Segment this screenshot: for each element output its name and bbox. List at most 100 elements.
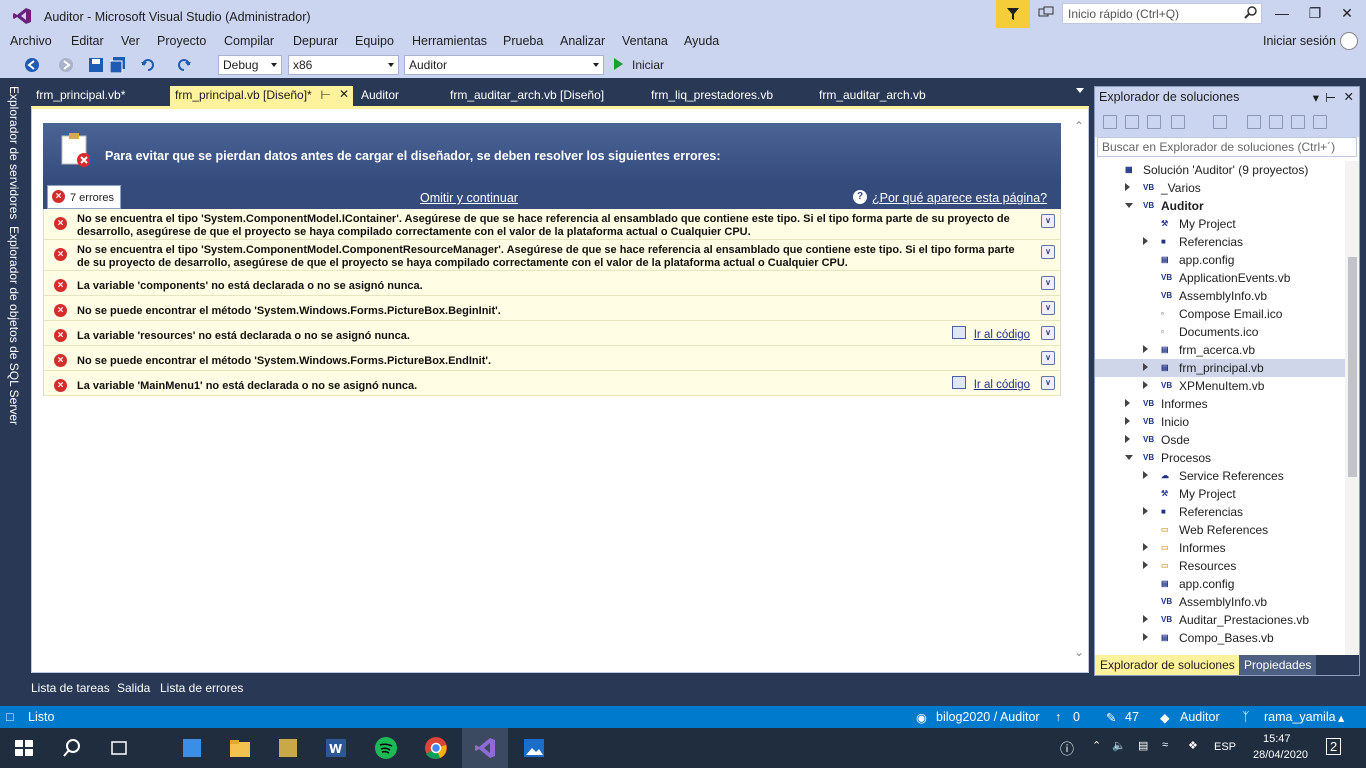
- collapsed-arrow-icon[interactable]: [1125, 435, 1130, 443]
- save-all-icon[interactable]: [110, 57, 126, 73]
- tree-node[interactable]: VB Inicio: [1095, 413, 1345, 431]
- tree-node[interactable]: ▭ Informes: [1095, 539, 1345, 557]
- menu-analizar[interactable]: Analizar: [560, 34, 605, 48]
- go-to-code-link[interactable]: Ir al código: [974, 329, 1030, 341]
- error-item[interactable]: × La variable 'resources' no está declara…: [43, 321, 1061, 346]
- error-item[interactable]: × No se encuentra el tipo 'System.Compone…: [43, 209, 1061, 240]
- expand-icon[interactable]: ∨: [1041, 214, 1055, 228]
- feedback-filter-button[interactable]: [996, 0, 1030, 28]
- tree-node[interactable]: VB ApplicationEvents.vb: [1095, 269, 1345, 287]
- collapsed-arrow-icon[interactable]: [1143, 237, 1148, 245]
- tree-node[interactable]: ▤ Compo_Bases.vb: [1095, 629, 1345, 647]
- clock-date[interactable]: 28/04/2020: [1253, 749, 1308, 761]
- ignore-and-continue-link[interactable]: Omitir y continuar: [420, 191, 518, 205]
- tree-node[interactable]: ▫ Compose Email.ico: [1095, 305, 1345, 323]
- collapse-all-icon[interactable]: [1291, 115, 1305, 129]
- language-indicator[interactable]: ESP: [1214, 741, 1236, 753]
- properties-tab[interactable]: Propiedades: [1239, 655, 1317, 675]
- tree-node[interactable]: VB XPMenuItem.vb: [1095, 377, 1345, 395]
- tree-node[interactable]: ⚒ My Project: [1095, 485, 1345, 503]
- tree-node[interactable]: VB _Varios: [1095, 179, 1345, 197]
- pin-icon[interactable]: ⊢: [1325, 90, 1336, 105]
- collapsed-arrow-icon[interactable]: [1143, 471, 1148, 479]
- search-icon[interactable]: [1244, 6, 1257, 19]
- menu-archivo[interactable]: Archivo: [10, 34, 52, 48]
- tab-frm-auditar-arch-design[interactable]: frm_auditar_arch.vb [Diseño]: [445, 86, 609, 106]
- expand-icon[interactable]: ∨: [1041, 326, 1055, 340]
- server-explorer-tab[interactable]: Explorador de servidores: [7, 86, 21, 219]
- file-explorer-icon[interactable]: [228, 736, 252, 760]
- redo-icon[interactable]: [176, 57, 192, 73]
- output-tab[interactable]: Salida: [117, 681, 150, 695]
- expand-icon[interactable]: ∨: [1041, 276, 1055, 290]
- unpushed-count[interactable]: 0: [1073, 710, 1080, 724]
- collapsed-arrow-icon[interactable]: [1143, 615, 1148, 623]
- monitor-icon[interactable]: [1038, 6, 1054, 22]
- expand-icon[interactable]: ∨: [1041, 376, 1055, 390]
- collapsed-arrow-icon[interactable]: [1143, 507, 1148, 515]
- forward-icon[interactable]: [1125, 115, 1139, 129]
- refresh-icon[interactable]: [1269, 115, 1283, 129]
- forward-icon[interactable]: [58, 57, 74, 73]
- tree-node[interactable]: ▦ Solución 'Auditor' (9 proyectos): [1095, 161, 1345, 179]
- collapsed-arrow-icon[interactable]: [1143, 363, 1148, 371]
- error-item[interactable]: × La variable 'MainMenu1' no está declara…: [43, 371, 1061, 396]
- tree-node[interactable]: ▭ Resources: [1095, 557, 1345, 575]
- volume-icon[interactable]: 🔈: [1112, 739, 1126, 752]
- collapsed-arrow-icon[interactable]: [1125, 399, 1130, 407]
- error-item[interactable]: × No se puede encontrar el método 'System…: [43, 296, 1061, 321]
- menu-ayuda[interactable]: Ayuda: [684, 34, 719, 48]
- tree-node[interactable]: ▭ Web References: [1095, 521, 1345, 539]
- menu-depurar[interactable]: Depurar: [293, 34, 338, 48]
- sync-icon[interactable]: [1247, 115, 1261, 129]
- task-list-tab[interactable]: Lista de tareas: [31, 681, 110, 695]
- scroll-up-icon[interactable]: ⌃: [1074, 119, 1084, 133]
- collapsed-arrow-icon[interactable]: [1143, 381, 1148, 389]
- branch-name[interactable]: rama_yamila: [1264, 710, 1336, 724]
- help-tray-icon[interactable]: ⓘ: [1060, 739, 1074, 759]
- tree-node[interactable]: ⚒ My Project: [1095, 215, 1345, 233]
- windows-start-icon[interactable]: [12, 736, 36, 760]
- expand-icon[interactable]: ∨: [1041, 301, 1055, 315]
- collapsed-arrow-icon[interactable]: [1125, 417, 1130, 425]
- quick-launch-input[interactable]: Inicio rápido (Ctrl+Q): [1062, 3, 1262, 24]
- tree-scrollbar[interactable]: [1345, 161, 1359, 655]
- collapsed-arrow-icon[interactable]: [1143, 543, 1148, 551]
- menu-ventana[interactable]: Ventana: [622, 34, 668, 48]
- tree-node[interactable]: VB Osde: [1095, 431, 1345, 449]
- tree-node[interactable]: VB Informes: [1095, 395, 1345, 413]
- tree-node[interactable]: VB AssemblyInfo.vb: [1095, 593, 1345, 611]
- close-panel-icon[interactable]: ✕: [1344, 89, 1354, 104]
- collapsed-arrow-icon[interactable]: [1125, 183, 1130, 191]
- menu-proyecto[interactable]: Proyecto: [157, 34, 206, 48]
- tray-arrow-icon[interactable]: ⌃: [1092, 739, 1101, 752]
- changes-count[interactable]: 47: [1125, 710, 1139, 724]
- user-avatar-icon[interactable]: [1340, 32, 1358, 50]
- startup-project-select[interactable]: Auditor: [404, 55, 604, 75]
- history-icon[interactable]: [1213, 115, 1227, 129]
- scroll-down-icon[interactable]: ⌄: [1074, 645, 1084, 659]
- expand-icon[interactable]: ∨: [1041, 351, 1055, 365]
- tree-node[interactable]: ▤ app.config: [1095, 251, 1345, 269]
- expand-icon[interactable]: ∨: [1041, 245, 1055, 259]
- tree-node[interactable]: VB Procesos: [1095, 449, 1345, 467]
- close-button[interactable]: ✕: [1337, 5, 1357, 23]
- branch-menu-icon[interactable]: ▴: [1338, 710, 1344, 725]
- photos-icon[interactable]: [522, 736, 546, 760]
- collapsed-arrow-icon[interactable]: [1143, 345, 1148, 353]
- save-icon[interactable]: [88, 57, 104, 73]
- database-app-icon[interactable]: [276, 736, 300, 760]
- go-to-code-link[interactable]: Ir al código: [974, 379, 1030, 391]
- solution-platform-select[interactable]: x86: [288, 55, 399, 75]
- back-icon[interactable]: [1103, 115, 1117, 129]
- visual-studio-icon[interactable]: [473, 736, 497, 760]
- tab-frm-auditar-arch[interactable]: frm_auditar_arch.vb: [814, 86, 931, 106]
- menu-prueba[interactable]: Prueba: [503, 34, 543, 48]
- spotify-icon[interactable]: [374, 736, 398, 760]
- tab-dropdown-icon[interactable]: [1076, 88, 1084, 93]
- clock-time[interactable]: 15:47: [1263, 733, 1291, 745]
- show-all-files-icon[interactable]: [1313, 115, 1327, 129]
- tree-node[interactable]: ▤ app.config: [1095, 575, 1345, 593]
- tab-frm-liq-prestadores[interactable]: frm_liq_prestadores.vb: [646, 86, 778, 106]
- switch-views-icon[interactable]: [1171, 115, 1185, 129]
